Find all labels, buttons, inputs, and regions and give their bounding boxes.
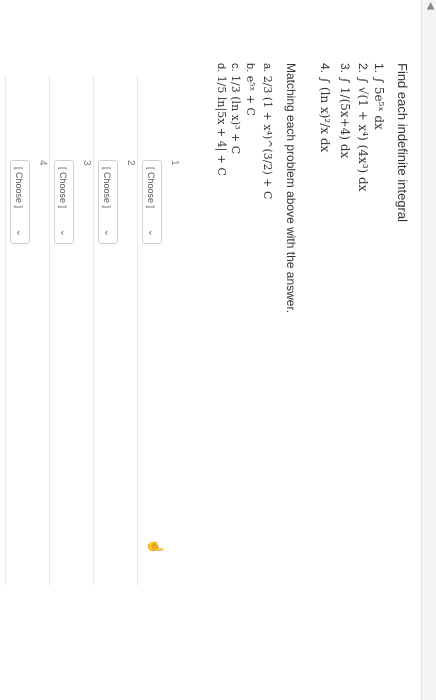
row-number: 4	[37, 160, 48, 166]
answer-select-4[interactable]: [ Choose ] ⌄	[10, 160, 30, 244]
match-row-2: 2 [ Choose ] ⌄	[93, 76, 138, 586]
answer-select-3[interactable]: [ Choose ] ⌄	[54, 160, 74, 244]
problem-2: 2. ∫ √(1 + x⁴) (4x³) dx	[356, 63, 370, 192]
match-instructions: Matching each problem above with the ans…	[284, 63, 298, 314]
chevron-down-icon: ⌄	[102, 228, 113, 237]
row-number: 2	[125, 160, 136, 166]
match-row-3: 3 [ Choose ] ⌄	[49, 76, 94, 586]
answer-c: c. 1/3 (ln x)³ + C	[229, 63, 242, 155]
answer-select-2[interactable]: [ Choose ] ⌄	[98, 160, 118, 244]
hand-cursor-icon: ☝	[148, 538, 164, 556]
answer-b: b. e⁵ˣ + C	[244, 63, 257, 116]
answer-select-1[interactable]: [ Choose ] ⌄	[142, 160, 162, 244]
match-row-1: 1 [ Choose ] ⌄	[137, 76, 182, 586]
match-row-4: 4 [ Choose ] ⌄	[5, 76, 50, 586]
chevron-down-icon: ⌄	[146, 228, 157, 237]
answer-a: a. 2/3 (1 + x⁴)^(3/2) + C	[261, 63, 274, 200]
chevron-down-icon: ⌄	[58, 228, 69, 237]
problem-3: 3. ∫ 1/(5x+4) dx	[338, 63, 352, 159]
question-title: Find each indefinite integral	[395, 63, 410, 222]
answer-d: d. 1/5 ln|5x + 4| + C	[215, 63, 228, 176]
row-number: 1	[169, 160, 180, 166]
arrow-icon: ◀	[425, 2, 436, 10]
quiz-content: Find each indefinite integral 1. ∫ 5e⁵ˣ …	[2, 18, 422, 678]
chevron-down-icon: ⌄	[14, 228, 25, 237]
question-panel: ◀ Find each indefinite integral 1. ∫ 5e⁵…	[0, 0, 436, 700]
window-edge: ◀	[421, 0, 436, 700]
problem-1: 1. ∫ 5e⁵ˣ dx	[372, 63, 386, 130]
row-number: 3	[81, 160, 92, 166]
problem-4: 4. ∫ (ln x)²/x dx	[318, 63, 332, 153]
